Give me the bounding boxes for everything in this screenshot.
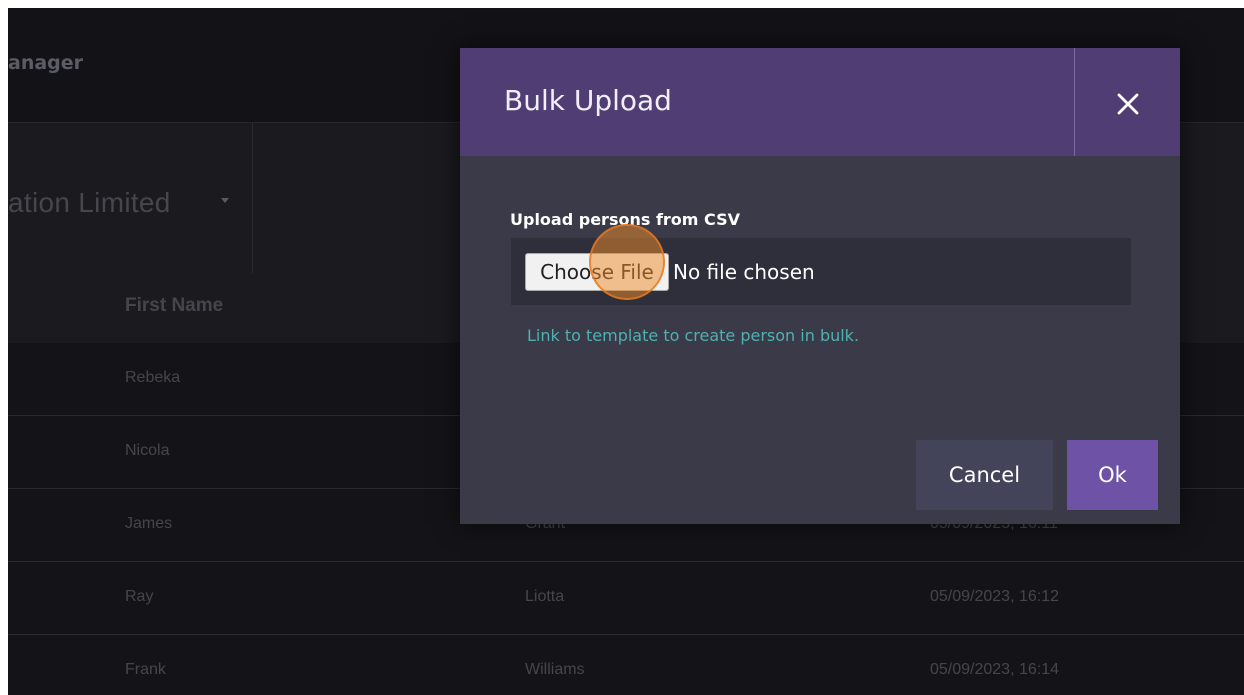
cell-first-name: Ray [125, 588, 154, 605]
table-row[interactable]: Ray Liotta 05/09/2023, 16:12 [8, 562, 1244, 635]
dialog-header: Bulk Upload [460, 48, 1180, 156]
cell-last-name: Liotta [525, 588, 565, 605]
dialog-title: Bulk Upload [504, 84, 672, 117]
organization-select-value: ation Limited [8, 187, 171, 218]
dialog-body: Upload persons from CSV Choose File No f… [460, 156, 1180, 524]
file-input[interactable]: Choose File No file chosen [511, 238, 1131, 305]
close-icon [1117, 93, 1139, 115]
column-header-first-name[interactable]: First Name [125, 295, 223, 317]
cell-first-name: Rebeka [125, 369, 181, 386]
file-status-text: No file chosen [673, 260, 815, 284]
bulk-upload-dialog: Bulk Upload Upload persons from CSV Choo… [460, 48, 1180, 524]
cell-first-name: Nicola [125, 442, 170, 459]
table-row[interactable]: Frank Williams 05/09/2023, 16:14 [8, 635, 1244, 695]
cell-date: 05/09/2023, 16:14 [930, 661, 1060, 678]
cell-first-name: Frank [125, 661, 166, 678]
upload-label: Upload persons from CSV [510, 210, 740, 229]
ok-button[interactable]: Ok [1067, 440, 1158, 510]
cancel-button[interactable]: Cancel [916, 440, 1053, 510]
organization-select[interactable]: ation Limited [8, 123, 253, 273]
screenshot-frame: anager ation Limited First Name Rebeka N… [8, 8, 1244, 695]
cell-last-name: Williams [525, 661, 585, 678]
template-link[interactable]: Link to template to create person in bul… [527, 326, 859, 345]
choose-file-button[interactable]: Choose File [525, 253, 669, 291]
app-title: anager [8, 52, 84, 74]
close-button[interactable] [1075, 48, 1180, 156]
cell-date: 05/09/2023, 16:12 [930, 588, 1060, 605]
caret-down-icon [221, 198, 229, 203]
cell-first-name: James [125, 515, 173, 532]
